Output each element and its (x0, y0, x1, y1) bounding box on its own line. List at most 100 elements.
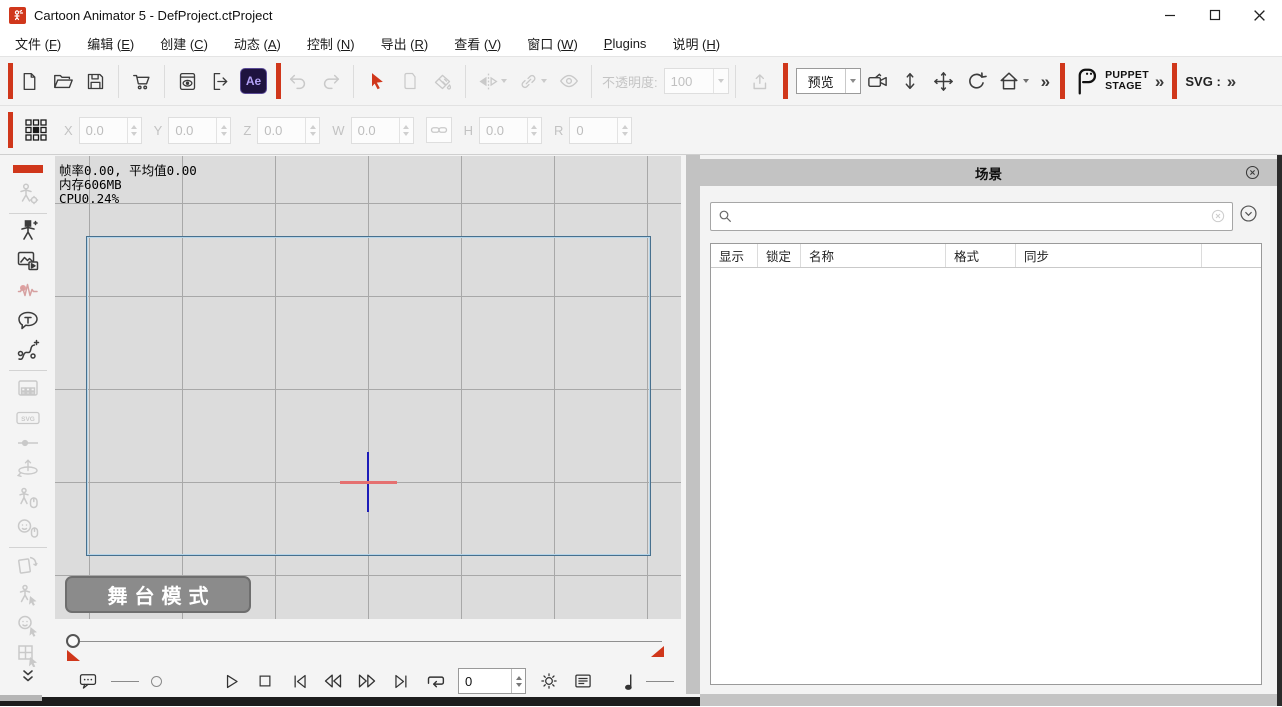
frame-step-down[interactable] (516, 683, 522, 687)
tool-sidebar: SVG (0, 155, 55, 697)
play-range-start-marker[interactable] (67, 650, 80, 661)
play-button[interactable] (220, 670, 242, 692)
reset-view-button[interactable] (993, 64, 1035, 98)
save-icon (85, 71, 106, 92)
vertical-arrow-icon (899, 70, 921, 92)
dialog-opacity-slider-track[interactable] (111, 681, 139, 682)
scene-list[interactable] (711, 269, 1261, 684)
new-project-button[interactable] (13, 64, 46, 98)
menu-help[interactable]: 说明 (H) (659, 30, 733, 57)
cart-icon (131, 70, 153, 92)
close-button[interactable] (1237, 0, 1282, 30)
menu-plugins[interactable]: Plugins (591, 32, 660, 55)
panel-splitter[interactable] (686, 155, 700, 694)
anchor-point-button[interactable] (19, 113, 52, 147)
horizontal-scrollbar-thumb[interactable] (0, 695, 42, 701)
double-chevron-down-icon (20, 669, 36, 683)
create-motion-path-button[interactable] (13, 339, 43, 363)
rotate-tool-button[interactable] (960, 64, 993, 98)
toolbar-separator (353, 65, 354, 98)
volume-slider-track[interactable] (646, 681, 674, 682)
menu-create[interactable]: 创建 (C) (147, 30, 221, 57)
column-show[interactable]: 显示 (711, 244, 758, 267)
dialog-opacity-button[interactable] (77, 670, 99, 692)
save-project-button[interactable] (79, 64, 112, 98)
sidebar-collapse-button[interactable] (20, 669, 36, 683)
redo-icon (320, 70, 342, 92)
go-to-start-button[interactable] (288, 670, 310, 692)
maximize-button[interactable] (1192, 0, 1237, 30)
move-tool-button[interactable] (927, 64, 960, 98)
timeline-panel-button[interactable] (572, 670, 594, 692)
puppet-stage-button[interactable]: PUPPET STAGE » (1073, 66, 1170, 96)
scene-search-box[interactable] (710, 202, 1233, 231)
step-forward-button[interactable] (356, 670, 378, 692)
after-effects-button[interactable]: Ae (237, 64, 270, 98)
menu-file[interactable]: 文件 (F) (2, 30, 74, 57)
open-folder-icon (52, 70, 74, 92)
svg-tool-button: SVG (13, 406, 43, 430)
loop-button[interactable] (424, 670, 446, 692)
puppet-label-line2: STAGE (1105, 81, 1149, 92)
playback-controls (55, 665, 681, 697)
sidebar-accent-bar (13, 165, 43, 173)
frame-step-up[interactable] (516, 676, 522, 680)
column-format[interactable]: 格式 (946, 244, 1016, 267)
select-actor-button (13, 583, 43, 607)
frame-number-input[interactable] (458, 668, 526, 694)
menu-animation[interactable]: 动态 (A) (221, 30, 294, 57)
paint-bucket-icon (432, 71, 453, 92)
timeline-playhead[interactable] (66, 634, 80, 648)
content-store-button[interactable] (125, 64, 158, 98)
menu-view[interactable]: 查看 (V) (441, 30, 514, 57)
music-note-icon (619, 672, 634, 691)
sidebar-separator (9, 547, 47, 548)
step-back-button[interactable] (322, 670, 344, 692)
go-to-end-button[interactable] (390, 670, 412, 692)
camera-button[interactable] (861, 64, 894, 98)
create-actor-button[interactable] (13, 219, 43, 243)
svg-section-chevron[interactable]: » (1227, 73, 1236, 90)
select-tool-button[interactable] (360, 64, 393, 98)
performance-stats: 帧率0.00, 平均值0.00 内存606MB CPU0.24% (59, 164, 197, 206)
play-range-end-marker[interactable] (651, 646, 664, 657)
menu-edit[interactable]: 编辑 (E) (74, 30, 147, 57)
scene-search-input[interactable] (739, 209, 1210, 224)
column-lock[interactable]: 锁定 (758, 244, 801, 267)
opacity-input: 100 (664, 68, 729, 94)
ground-snap-button[interactable] (894, 64, 927, 98)
scene-panel-close-button[interactable] (1244, 164, 1261, 186)
render-settings-button[interactable] (538, 670, 560, 692)
column-name[interactable]: 名称 (801, 244, 946, 267)
preview-mode-dropdown[interactable]: 预览 (796, 68, 861, 94)
dialog-opacity-slider-knob[interactable] (151, 676, 162, 687)
timeline-track[interactable] (72, 641, 662, 642)
x-input (79, 117, 142, 144)
toolbar-overflow-chevron[interactable]: » (1041, 73, 1050, 90)
menu-window[interactable]: 窗口 (W) (514, 30, 591, 57)
window-title: Cartoon Animator 5 - DefProject.ctProjec… (34, 8, 272, 23)
main-toolbar: Ae 不透明度: 100 预览 » (0, 57, 1282, 106)
create-media-button[interactable] (13, 249, 43, 273)
render-preview-button[interactable] (171, 64, 204, 98)
column-sync[interactable]: 同步 (1016, 244, 1202, 267)
open-project-button[interactable] (46, 64, 79, 98)
scene-search-row (710, 201, 1267, 231)
toolbar-separator (591, 65, 592, 98)
chevron-circle-icon (1238, 203, 1259, 224)
stop-button[interactable] (254, 670, 276, 692)
stage-canvas[interactable]: 帧率0.00, 平均值0.00 内存606MB CPU0.24% 舞台模式 (55, 156, 681, 619)
minimize-button[interactable] (1147, 0, 1192, 30)
select-arrow-icon (367, 71, 387, 91)
create-text-button[interactable] (13, 309, 43, 333)
menu-export[interactable]: 导出 (R) (368, 30, 442, 57)
speech-bubble-icon (78, 671, 98, 691)
export-icon (210, 71, 231, 92)
search-filter-button[interactable] (1238, 203, 1259, 229)
create-audio-button[interactable] (13, 279, 43, 303)
audio-volume-button[interactable] (618, 670, 634, 692)
menu-control[interactable]: 控制 (N) (294, 30, 368, 57)
list-panel-icon (573, 671, 593, 691)
right-edge-strip (1277, 155, 1282, 706)
export-button[interactable] (204, 64, 237, 98)
